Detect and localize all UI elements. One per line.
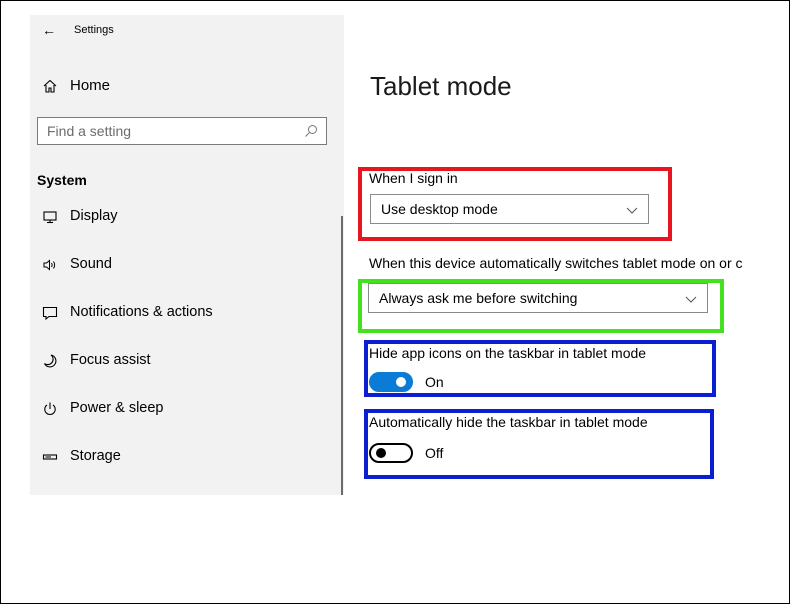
hide-taskbar-toggle[interactable] — [369, 443, 413, 463]
sound-icon — [42, 257, 58, 273]
auto-switch-dropdown-value: Always ask me before switching — [379, 290, 578, 306]
home-icon — [42, 78, 58, 94]
hide-taskbar-label: Automatically hide the taskbar in tablet… — [369, 414, 648, 430]
sidebar-item-label: Display — [70, 208, 118, 224]
chevron-down-icon — [626, 203, 638, 219]
sidebar-item-storage[interactable]: Storage — [42, 448, 332, 496]
page-title: Tablet mode — [370, 71, 512, 101]
hide-icons-label: Hide app icons on the taskbar in tablet … — [369, 345, 647, 361]
sidebar-item-label: Storage — [70, 448, 121, 464]
sign-in-dropdown[interactable]: Use desktop mode — [370, 194, 649, 224]
hide-icons-state: On — [425, 374, 444, 390]
sidebar-item-label: Power & sleep — [70, 400, 164, 416]
notifications-icon — [42, 305, 58, 321]
sidebar-item-sound[interactable]: Sound — [42, 256, 332, 304]
window-title: Settings — [74, 24, 114, 36]
title-bar: ← Settings — [42, 23, 114, 37]
section-heading: System — [37, 172, 87, 188]
auto-switch-dropdown[interactable]: Always ask me before switching — [368, 283, 708, 313]
hide-icons-toggle[interactable] — [369, 372, 413, 392]
sidebar-item-label: Focus assist — [70, 352, 151, 368]
sidebar-item-home[interactable]: Home — [42, 77, 110, 94]
sidebar-item-label: Sound — [70, 256, 112, 272]
sidebar-item-label: Home — [70, 77, 111, 94]
sign-in-label: When I sign in — [369, 170, 458, 186]
hide-taskbar-state: Off — [425, 445, 444, 461]
auto-switch-label: When this device automatically switches … — [369, 255, 743, 271]
back-arrow-icon[interactable]: ← — [42, 23, 56, 37]
chevron-down-icon — [685, 292, 697, 308]
search-icon[interactable] — [304, 124, 318, 143]
search-input[interactable] — [38, 122, 299, 140]
sidebar-nav: Display Sound Notifications & actions Fo… — [42, 208, 332, 496]
sidebar-item-focus-assist[interactable]: Focus assist — [42, 352, 332, 400]
toggle-knob — [396, 377, 406, 387]
sidebar: ← Settings Home System Display Sound — [30, 15, 344, 495]
search-box[interactable] — [37, 117, 327, 145]
power-icon — [42, 401, 58, 417]
sign-in-dropdown-value: Use desktop mode — [381, 201, 498, 217]
focus-assist-icon — [42, 353, 58, 369]
toggle-knob — [376, 448, 386, 458]
storage-icon — [42, 449, 58, 465]
sidebar-item-display[interactable]: Display — [42, 208, 332, 256]
sidebar-item-notifications[interactable]: Notifications & actions — [42, 304, 332, 352]
sidebar-item-label: Notifications & actions — [70, 304, 213, 320]
sidebar-scrollbar[interactable] — [341, 216, 343, 495]
sidebar-item-power-sleep[interactable]: Power & sleep — [42, 400, 332, 448]
display-icon — [42, 209, 58, 225]
